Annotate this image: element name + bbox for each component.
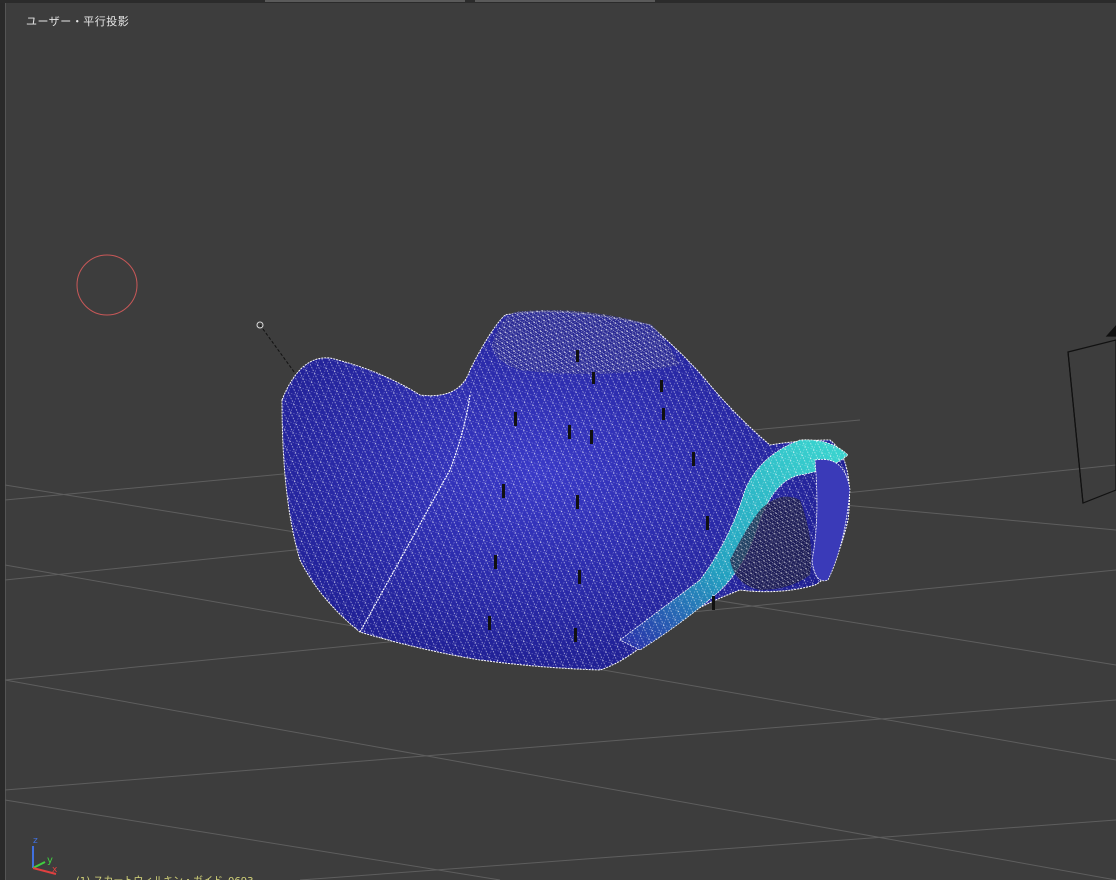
- light-circle-icon[interactable]: [76, 254, 138, 316]
- active-object-status: (1) スカートウィルキン・ガイド_0693: [76, 872, 254, 880]
- axis-gizmo-icon[interactable]: z y x: [32, 836, 58, 875]
- scene-canvas[interactable]: z y x: [0, 0, 1116, 880]
- skirt-mesh[interactable]: [281, 310, 851, 671]
- axis-z-label: z: [33, 836, 38, 846]
- camera-frustum-icon[interactable]: [1067, 325, 1116, 504]
- viewport-projection-label[interactable]: ユーザー・平行投影: [26, 13, 129, 29]
- 3d-viewport[interactable]: z y x ユーザー・平行投影 (1) スカートウィルキン・ガイド_0693: [0, 0, 1116, 880]
- empty-handle-icon[interactable]: [256, 321, 301, 381]
- axis-x-label: x: [52, 865, 58, 875]
